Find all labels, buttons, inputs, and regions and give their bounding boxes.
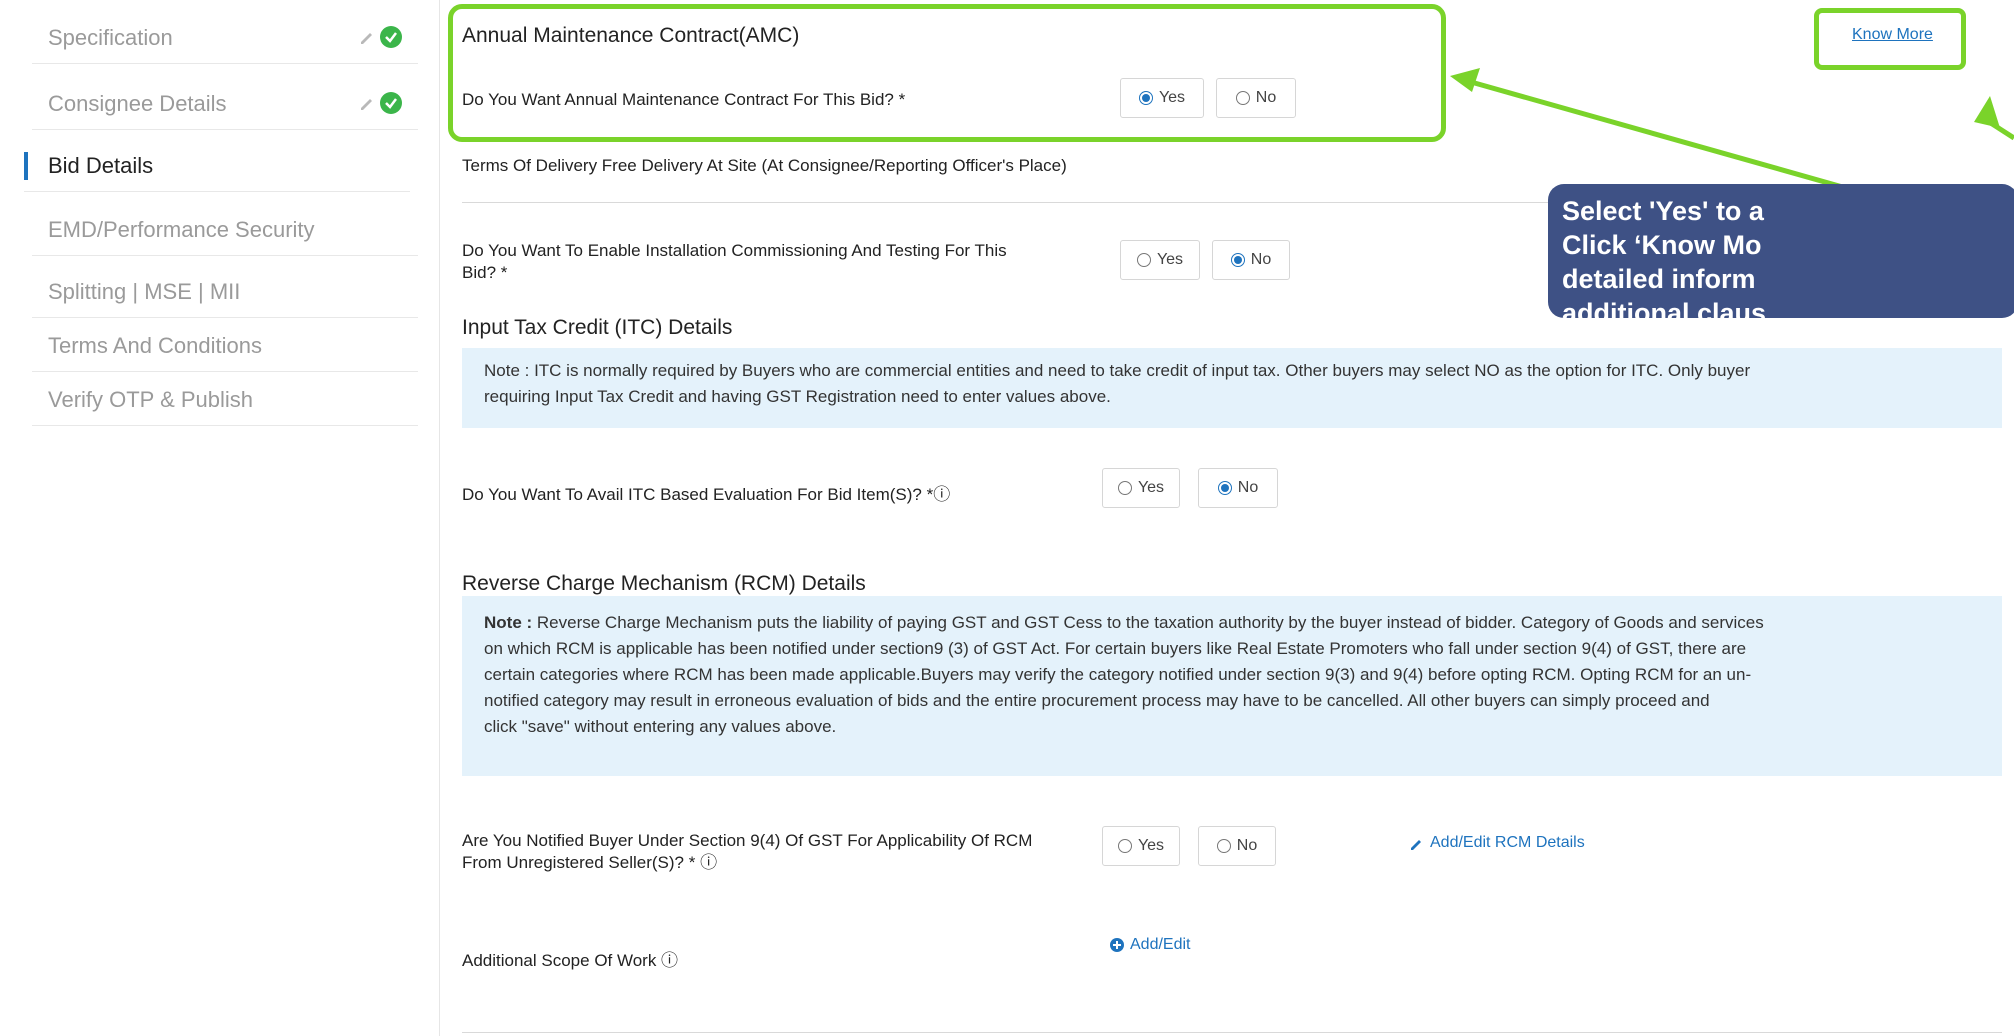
callout-line: Click ‘Know Mo [1562,230,1762,260]
arrowhead-icon [1450,68,1480,92]
arrowhead-icon [1974,96,2000,128]
annotation-arrows [1450,68,2014,239]
callout-line: detailed inform [1562,264,1756,294]
callout-line: Select 'Yes' to a [1562,196,1764,226]
instruction-callout: Select 'Yes' to a Click ‘Know Mo detaile… [1548,184,2014,318]
callout-line: additional claus [1562,298,1767,318]
